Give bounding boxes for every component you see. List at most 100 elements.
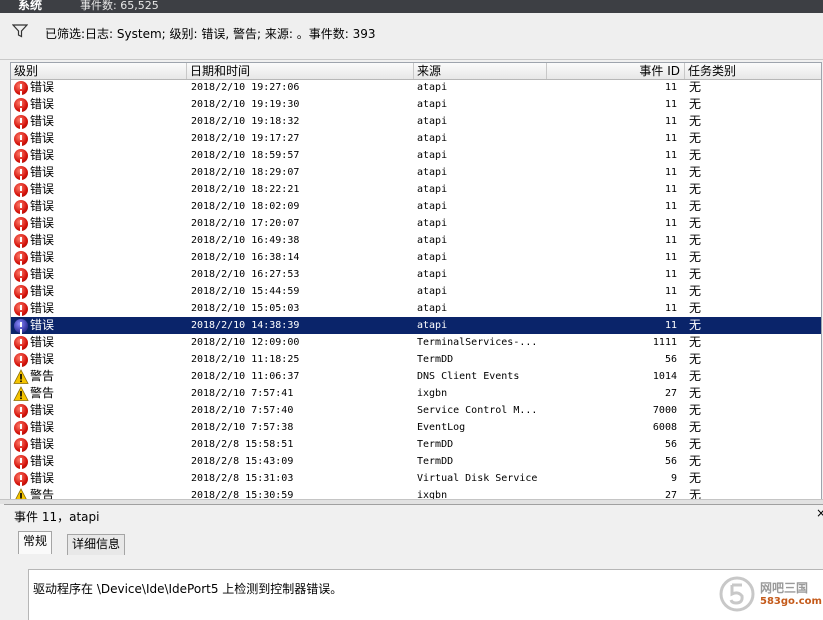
event-message: 驱动程序在 \Device\Ide\IdePort5 上检测到控制器错误。 [33, 582, 343, 596]
table-row[interactable]: 错误 2018/2/10 16:27:53 atapi 11 无 [11, 266, 821, 283]
source-cell: atapi [417, 201, 448, 212]
event-id-cell: 1111 [652, 337, 677, 348]
level-cell: 错误 [30, 114, 55, 128]
level-cell: 错误 [30, 335, 55, 349]
error-icon [13, 420, 29, 436]
table-row[interactable]: 错误 2018/2/10 11:18:25 TermDD 56 无 [11, 351, 821, 368]
table-row[interactable]: 错误 2018/2/10 18:02:09 atapi 11 无 [11, 198, 821, 215]
table-row[interactable]: 警告 2018/2/10 7:57:41 ixgbn 27 无 [11, 385, 821, 402]
source-cell: atapi [417, 133, 448, 144]
event-id-cell: 6008 [652, 422, 677, 433]
source-cell: TermDD [417, 439, 454, 450]
source-cell: atapi [417, 150, 448, 161]
table-row[interactable]: 错误 2018/2/8 15:31:03 Virtual Disk Service 9… [11, 470, 821, 487]
datetime-cell: 2018/2/10 15:44:59 [191, 286, 300, 297]
datetime-cell: 2018/2/10 17:20:07 [191, 218, 300, 229]
column-header-level[interactable]: 级别 [11, 63, 187, 79]
level-cell: 错误 [30, 182, 55, 196]
table-row[interactable]: 警告 2018/2/10 11:06:37 DNS Client Events 101… [11, 368, 821, 385]
error-icon [13, 165, 29, 181]
source-cell: atapi [417, 82, 448, 93]
source-cell: atapi [417, 184, 448, 195]
table-row[interactable]: 错误 2018/2/10 12:09:00 TerminalServices-...… [11, 334, 821, 351]
table-row[interactable]: 错误 2018/2/10 14:38:39 atapi 11 无 [11, 317, 821, 334]
table-row[interactable]: 错误 2018/2/10 7:57:40 Service Control M... 7… [11, 402, 821, 419]
source-cell: atapi [417, 116, 448, 127]
task-category-cell: 无 [689, 148, 702, 162]
event-list[interactable]: 级别 日期和时间 来源 事件 ID 任务类别 错误 2018/2/10 19:27… [10, 62, 822, 500]
task-category-cell: 无 [689, 386, 702, 400]
tab-details[interactable]: 详细信息 [67, 534, 126, 555]
error-icon [13, 437, 29, 453]
logo-icon [719, 576, 755, 612]
column-header-task[interactable]: 任务类别 [685, 63, 821, 79]
level-cell: 错误 [30, 471, 55, 485]
event-count: 事件数: 65,525 [80, 0, 159, 12]
error-icon [13, 182, 29, 198]
column-header-event-id[interactable]: 事件 ID [547, 63, 685, 79]
level-cell: 错误 [30, 420, 55, 434]
task-category-cell: 无 [689, 182, 702, 196]
close-icon[interactable]: × [816, 506, 823, 520]
column-header-datetime[interactable]: 日期和时间 [187, 63, 414, 79]
table-row[interactable]: 错误 2018/2/10 7:57:38 EventLog 6008 无 [11, 419, 821, 436]
table-row[interactable]: 错误 2018/2/10 17:20:07 atapi 11 无 [11, 215, 821, 232]
error-icon [13, 114, 29, 130]
level-cell: 错误 [30, 301, 55, 315]
table-row[interactable]: 错误 2018/2/10 16:49:38 atapi 11 无 [11, 232, 821, 249]
event-id-cell: 11 [664, 320, 677, 331]
task-category-cell: 无 [689, 318, 702, 332]
task-category-cell: 无 [689, 216, 702, 230]
table-row[interactable]: 错误 2018/2/10 18:22:21 atapi 11 无 [11, 181, 821, 198]
table-row[interactable]: 错误 2018/2/8 15:43:09 TermDD 56 无 [11, 453, 821, 470]
error-icon [13, 233, 29, 249]
table-row[interactable]: 错误 2018/2/10 18:59:57 atapi 11 无 [11, 147, 821, 164]
table-row[interactable]: 错误 2018/2/10 18:29:07 atapi 11 无 [11, 164, 821, 181]
event-id-cell: 11 [664, 252, 677, 263]
error-icon [13, 216, 29, 232]
event-id-cell: 11 [664, 133, 677, 144]
task-category-cell: 无 [689, 233, 702, 247]
watermark-url: 583go.com [760, 596, 822, 607]
task-category-cell: 无 [689, 284, 702, 298]
event-id-cell: 11 [664, 235, 677, 246]
datetime-cell: 2018/2/10 16:27:53 [191, 269, 300, 280]
datetime-cell: 2018/2/8 15:58:51 [191, 439, 294, 450]
source-cell: Virtual Disk Service [417, 473, 538, 484]
datetime-cell: 2018/2/10 11:18:25 [191, 354, 300, 365]
level-cell: 错误 [30, 199, 55, 213]
datetime-cell: 2018/2/10 15:05:03 [191, 303, 300, 314]
datetime-cell: 2018/2/10 14:38:39 [191, 320, 300, 331]
window-titlebar: 系统 事件数: 65,525 [0, 0, 823, 13]
level-cell: 错误 [30, 352, 55, 366]
level-cell: 错误 [30, 267, 55, 281]
warning-icon [13, 369, 29, 385]
source-cell: TermDD [417, 456, 454, 467]
source-cell: TerminalServices-... [417, 337, 538, 348]
table-row[interactable]: 错误 2018/2/8 15:58:51 TermDD 56 无 [11, 436, 821, 453]
error-icon [13, 301, 29, 317]
table-row[interactable]: 错误 2018/2/10 15:44:59 atapi 11 无 [11, 283, 821, 300]
error-icon [13, 403, 29, 419]
table-row[interactable]: 错误 2018/2/10 19:17:27 atapi 11 无 [11, 130, 821, 147]
event-id-cell: 11 [664, 150, 677, 161]
task-category-cell: 无 [689, 301, 702, 315]
tab-general[interactable]: 常规 [18, 531, 53, 554]
task-category-cell: 无 [689, 437, 702, 451]
level-cell: 错误 [30, 250, 55, 264]
error-icon [13, 454, 29, 470]
error-icon [13, 131, 29, 147]
task-category-cell: 无 [689, 250, 702, 264]
table-row[interactable]: 错误 2018/2/10 15:05:03 atapi 11 无 [11, 300, 821, 317]
level-cell: 错误 [30, 318, 55, 332]
table-row[interactable]: 错误 2018/2/10 19:19:30 atapi 11 无 [11, 96, 821, 113]
column-header-source[interactable]: 来源 [414, 63, 547, 79]
table-row[interactable]: 错误 2018/2/10 19:27:06 atapi 11 无 [11, 79, 821, 96]
error-icon [13, 318, 29, 334]
datetime-cell: 2018/2/10 7:57:38 [191, 422, 294, 433]
table-row[interactable]: 错误 2018/2/10 16:38:14 atapi 11 无 [11, 249, 821, 266]
table-row[interactable]: 错误 2018/2/10 19:18:32 atapi 11 无 [11, 113, 821, 130]
datetime-cell: 2018/2/10 7:57:40 [191, 405, 294, 416]
datetime-cell: 2018/2/10 16:49:38 [191, 235, 300, 246]
details-title: 事件 11，atapi [14, 510, 100, 524]
